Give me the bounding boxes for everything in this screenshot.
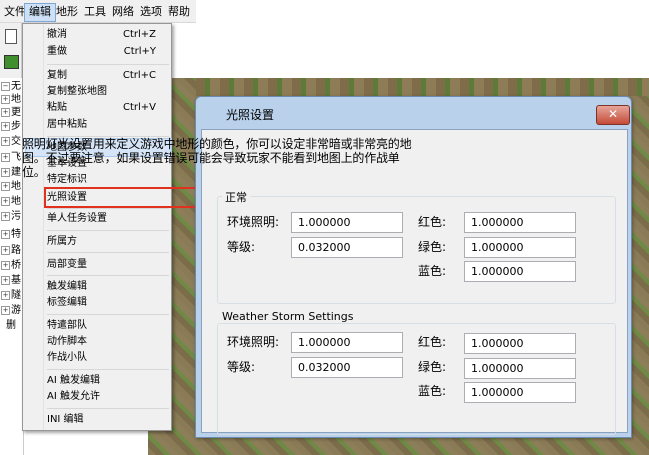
menu-terrain[interactable]: 地形 bbox=[52, 3, 82, 20]
storm-ambient-input[interactable]: 1.000000 bbox=[291, 332, 403, 353]
green-input[interactable]: 1.000000 bbox=[464, 237, 576, 258]
menu-tools[interactable]: 工具 bbox=[80, 3, 110, 20]
menu-item-redo[interactable]: 重做 Ctrl+Y bbox=[25, 43, 170, 60]
tree-item[interactable]: − 无 bbox=[0, 80, 24, 93]
tree-item[interactable]: + 更 bbox=[0, 106, 24, 119]
storm-red-input[interactable]: 1.000000 bbox=[464, 333, 576, 354]
collapse-icon[interactable]: − bbox=[1, 82, 10, 91]
expand-icon[interactable]: + bbox=[1, 137, 10, 146]
tree-item[interactable]: 删 bbox=[0, 319, 24, 332]
expand-icon[interactable]: + bbox=[1, 108, 10, 117]
expand-icon[interactable]: + bbox=[1, 197, 10, 206]
menu-separator bbox=[47, 230, 169, 231]
new-file-icon[interactable] bbox=[5, 29, 17, 44]
tree-item[interactable]: + 地 bbox=[0, 195, 24, 208]
menu-item-houses[interactable]: 所属方 bbox=[25, 233, 170, 250]
menu-item-paste[interactable]: 粘贴 Ctrl+V bbox=[25, 99, 170, 116]
menu-item-scripts[interactable]: 动作脚本 bbox=[25, 333, 170, 350]
menu-separator bbox=[47, 314, 169, 315]
menu-item-copy-whole-map[interactable]: 复制整张地图 bbox=[25, 83, 170, 100]
expand-icon[interactable]: + bbox=[1, 168, 10, 177]
storm-level-input[interactable]: 0.032000 bbox=[291, 357, 403, 378]
expand-icon[interactable]: + bbox=[1, 306, 10, 315]
menu-item-single-player[interactable]: 单人任务设置 bbox=[25, 210, 170, 227]
tree-item[interactable]: + 交 bbox=[0, 135, 24, 148]
menu-separator bbox=[47, 208, 169, 209]
ambient-label: 环境照明: bbox=[227, 215, 280, 229]
close-icon[interactable]: ✕ bbox=[596, 105, 630, 125]
tree-item[interactable]: + 路 bbox=[0, 244, 24, 257]
menu-help[interactable]: 帮助 bbox=[164, 3, 194, 20]
menu-separator bbox=[47, 275, 169, 276]
storm-blue-label: 蓝色: bbox=[418, 384, 447, 398]
menu-item-copy[interactable]: 复制 Ctrl+C bbox=[25, 67, 170, 84]
object-tree[interactable]: − 无 + 地 + 更 + 步 + 交 + 飞 + 建 + 地 + 地 + 污 + 特 + 路 + 桥 +… bbox=[0, 78, 24, 455]
map-canvas-edge bbox=[196, 78, 649, 96]
menu-item-tag-edit[interactable]: 标签编辑 bbox=[25, 294, 170, 311]
menu-item-paste-center[interactable]: 居中粘贴 bbox=[25, 116, 170, 133]
tree-item[interactable]: + 地 bbox=[0, 93, 24, 106]
menu-options[interactable]: 选项 bbox=[136, 3, 166, 20]
red-label: 红色: bbox=[418, 215, 447, 229]
tree-item[interactable]: + 建 bbox=[0, 166, 24, 179]
menu-item-local-vars[interactable]: 局部变量 bbox=[25, 256, 170, 273]
green-label: 绿色: bbox=[418, 240, 447, 254]
menu-item-ai-trigger-edit[interactable]: AI 触发编辑 bbox=[25, 372, 170, 389]
tree-item[interactable]: + 飞 bbox=[0, 151, 24, 164]
tree-item[interactable]: + 步 bbox=[0, 120, 24, 133]
level-input[interactable]: 0.032000 bbox=[291, 237, 403, 258]
menu-separator bbox=[47, 408, 169, 409]
expand-icon[interactable]: + bbox=[1, 261, 10, 270]
storm-red-label: 红色: bbox=[418, 335, 447, 349]
blue-input[interactable]: 1.000000 bbox=[464, 261, 576, 282]
ambient-input[interactable]: 1.000000 bbox=[291, 212, 403, 233]
storm-green-label: 绿色: bbox=[418, 360, 447, 374]
dialog-title: 光照设置 bbox=[226, 108, 275, 122]
menu-item-ai-trigger-enable[interactable]: AI 触发允许 bbox=[25, 388, 170, 405]
storm-green-input[interactable]: 1.000000 bbox=[464, 358, 576, 379]
menu-network[interactable]: 网络 bbox=[108, 3, 138, 20]
expand-icon[interactable]: + bbox=[1, 246, 10, 255]
menu-separator bbox=[47, 369, 169, 370]
dialog-description: 照明灯光设置用来定义游戏中地形的颜色，你可以设定非常暗或非常亮的地图。不过要注意… bbox=[22, 137, 412, 179]
menu-item-teams[interactable]: 作战小队 bbox=[25, 349, 170, 366]
storm-ambient-label: 环境照明: bbox=[227, 335, 280, 349]
expand-icon[interactable]: + bbox=[1, 122, 10, 131]
storm-blue-input[interactable]: 1.000000 bbox=[464, 382, 576, 403]
menu-item-ini-edit[interactable]: INI 编辑 bbox=[25, 411, 170, 428]
menu-separator bbox=[47, 64, 169, 65]
red-input[interactable]: 1.000000 bbox=[464, 212, 576, 233]
edit-menu-dropdown: 撤消 Ctrl+Z 重做 Ctrl+Y 复制 Ctrl+C 复制整张地图 粘贴 … bbox=[22, 23, 197, 431]
expand-icon[interactable]: + bbox=[1, 153, 10, 162]
menu-item-lighting[interactable]: 光照设置 bbox=[44, 187, 197, 208]
expand-icon[interactable]: + bbox=[1, 291, 10, 300]
terrain-tool-icon[interactable] bbox=[4, 55, 19, 69]
level-label: 等级: bbox=[227, 240, 256, 254]
tree-item[interactable]: + 游 bbox=[0, 304, 24, 317]
blue-label: 蓝色: bbox=[418, 264, 447, 278]
menu-item-taskforces[interactable]: 特遣部队 bbox=[25, 317, 170, 334]
menu-bar: 文件 编辑 地形 工具 网络 选项 帮助 bbox=[0, 0, 196, 23]
menu-item-trigger-edit[interactable]: 触发编辑 bbox=[25, 278, 170, 295]
tree-item[interactable]: + 基 bbox=[0, 274, 24, 287]
tree-item[interactable]: + 隧 bbox=[0, 289, 24, 302]
normal-group-title: 正常 bbox=[222, 189, 250, 205]
storm-level-label: 等级: bbox=[227, 360, 256, 374]
expand-icon[interactable]: + bbox=[1, 230, 10, 239]
tree-item[interactable]: + 特 bbox=[0, 228, 24, 241]
tree-item[interactable]: + 地 bbox=[0, 180, 24, 193]
storm-group-title: Weather Storm Settings bbox=[219, 310, 357, 323]
menu-separator bbox=[47, 252, 169, 253]
expand-icon[interactable]: + bbox=[1, 276, 10, 285]
menu-item-undo[interactable]: 撤消 Ctrl+Z bbox=[25, 26, 170, 43]
expand-icon[interactable]: + bbox=[1, 182, 10, 191]
canvas-top-area bbox=[196, 0, 649, 78]
toolbar bbox=[0, 23, 22, 78]
tree-item[interactable]: + 污 bbox=[0, 210, 24, 223]
tree-item[interactable]: + 桥 bbox=[0, 259, 24, 272]
expand-icon[interactable]: + bbox=[1, 95, 10, 104]
expand-icon[interactable]: + bbox=[1, 212, 10, 221]
